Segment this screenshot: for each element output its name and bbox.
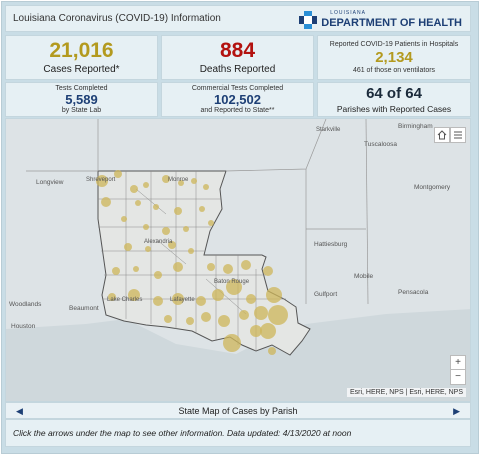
city-label-shreveport: Shreveport <box>86 177 116 183</box>
home-icon <box>437 130 447 140</box>
state-tests-sub: by State Lab <box>61 107 102 114</box>
state-tests-caption: Tests Completed <box>55 85 108 92</box>
commercial-tests-caption: Commercial Tests Completed <box>191 85 284 92</box>
state-tests-card: Tests Completed 5,589 by State Lab <box>5 82 158 117</box>
city-label-woodlands: Woodlands <box>9 301 42 308</box>
ldh-logo-icon <box>299 11 318 29</box>
hospital-caption: Reported COVID-19 Patients in Hospitals <box>329 41 459 48</box>
header-bar: Louisiana Coronavirus (COVID-19) Informa… <box>5 5 471 32</box>
city-label-starkville: Starkville <box>316 127 341 133</box>
deaths-label: Deaths Reported <box>199 64 276 75</box>
parishes-label: Parishes with Reported Cases <box>336 103 452 114</box>
city-label-mobile: Mobile <box>354 273 374 280</box>
logo-dept-text: DEPARTMENT OF HEALTH <box>321 16 462 29</box>
dashboard-title: Louisiana Coronavirus (COVID-19) Informa… <box>13 13 221 24</box>
city-label-lake-charles: Lake Charles <box>107 297 143 303</box>
map-canvas[interactable] <box>6 119 471 402</box>
city-label-hattiesburg: Hattiesburg <box>314 241 348 248</box>
city-label-alexandria: Alexandria <box>144 239 173 245</box>
city-label-houston: Houston <box>11 323 36 330</box>
city-label-beaumont: Beaumont <box>69 305 99 312</box>
city-label-lafayette: Lafayette <box>170 297 195 303</box>
deaths-value: 884 <box>219 39 256 62</box>
city-label-longview: Longview <box>36 179 64 186</box>
state-tests-value: 5,589 <box>65 92 98 107</box>
deaths-card: 884 Deaths Reported <box>161 35 314 80</box>
hospital-value: 2,134 <box>375 49 413 66</box>
city-label-pensacola: Pensacola <box>398 289 429 296</box>
commercial-tests-card: Commercial Tests Completed 102,502 and R… <box>161 82 314 117</box>
map-nav-bar: ◀ State Map of Cases by Parish ▶ <box>5 402 471 419</box>
city-label-baton-rouge: Baton Rouge <box>214 279 250 285</box>
logo-state-text: LOUISIANA <box>330 10 366 16</box>
home-button[interactable] <box>434 127 450 143</box>
cases-card: 21,016 Cases Reported* <box>5 35 158 80</box>
city-label-tuscaloosa: Tuscaloosa <box>364 141 397 148</box>
parishes-card: 64 of 64 Parishes with Reported Cases <box>317 82 471 117</box>
ldh-logo: LOUISIANA DEPARTMENT OF HEALTH <box>299 9 462 31</box>
map-attribution: Esri, HERE, NPS | Esri, HERE, NPS <box>346 388 466 397</box>
footer-note: Click the arrows under the map to see ot… <box>13 428 352 438</box>
city-label-birmingham: Birmingham <box>398 123 433 130</box>
footer-bar: Click the arrows under the map to see ot… <box>5 419 471 447</box>
city-label-montgomery: Montgomery <box>414 184 451 191</box>
hospital-card: Reported COVID-19 Patients in Hospitals … <box>317 35 471 80</box>
legend-button[interactable] <box>450 127 466 143</box>
list-icon <box>454 131 462 139</box>
next-arrow-icon[interactable]: ▶ <box>453 406 460 417</box>
cases-label: Cases Reported* <box>43 64 120 75</box>
ventilator-text: 461 of those on ventilators <box>352 67 436 74</box>
parishes-value: 64 of 64 <box>366 84 422 102</box>
commercial-tests-sub: and Reported to State** <box>200 107 275 114</box>
parish-case-map[interactable]: Starkville Birmingham Tuscaloosa Longvie… <box>5 118 471 402</box>
city-label-gulfport: Gulfport <box>314 291 338 298</box>
commercial-tests-value: 102,502 <box>214 92 261 107</box>
cases-value: 21,016 <box>49 39 114 62</box>
map-caption: State Map of Cases by Parish <box>178 406 298 416</box>
city-label-monroe: Monroe <box>168 177 189 183</box>
zoom-out-button[interactable]: − <box>450 369 466 385</box>
